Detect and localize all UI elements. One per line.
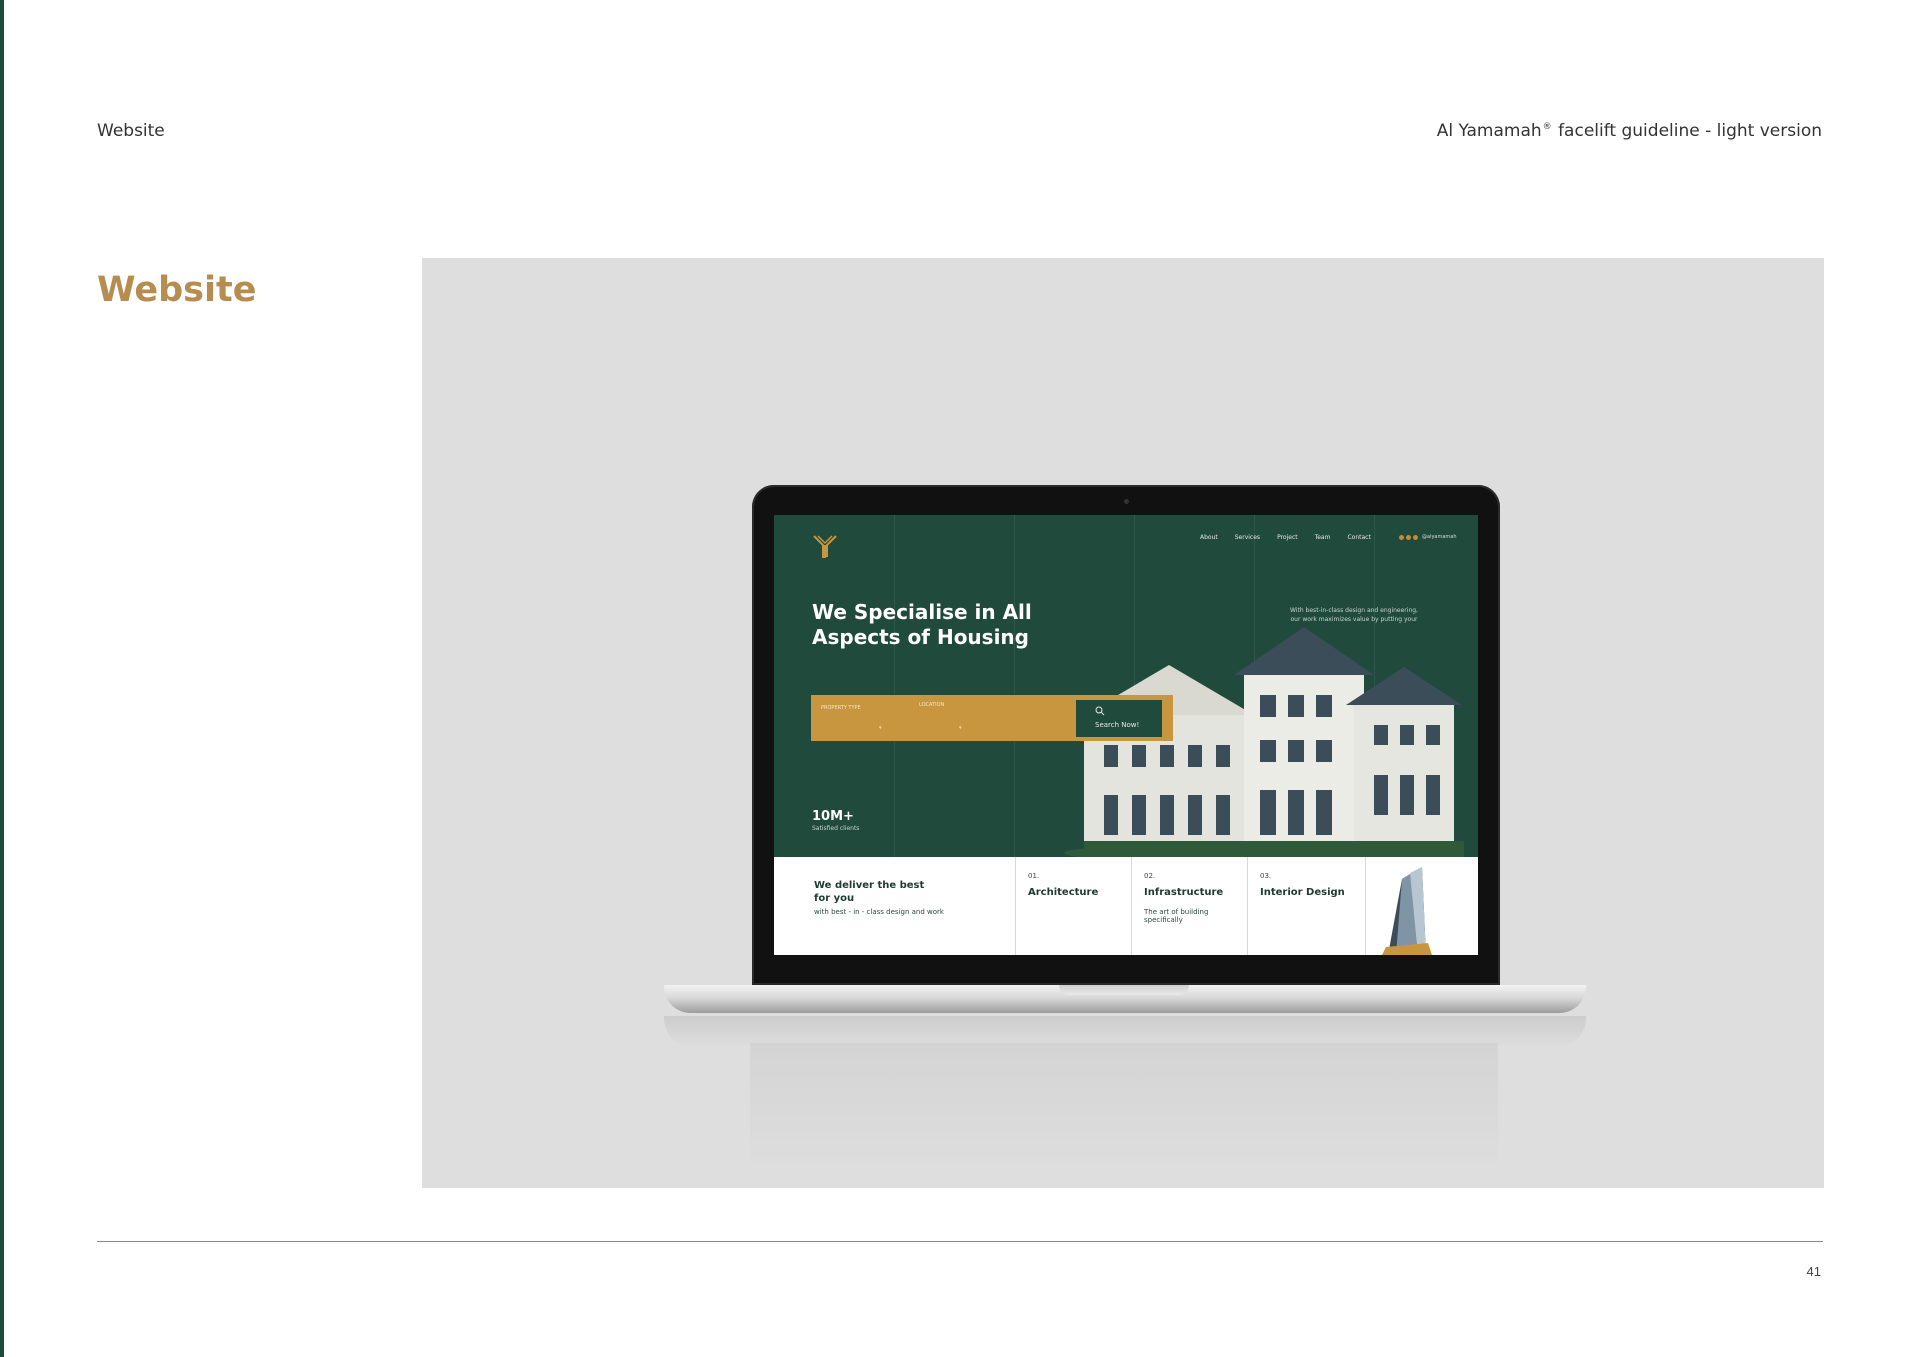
location-label: LOCATION <box>919 702 945 708</box>
grid-line <box>894 515 895 857</box>
logo-icon <box>813 535 837 558</box>
service-card-architecture[interactable]: 01. Architecture <box>1015 857 1132 955</box>
tower-image <box>1382 867 1432 955</box>
stat-label: Satisfied clients <box>812 825 860 832</box>
hero-section: About Services Project Team Contact @aly… <box>774 515 1478 857</box>
nav-contact[interactable]: Contact <box>1347 534 1370 541</box>
page-edge-bar <box>0 0 4 1357</box>
header-document-title: Al Yamamah® facelift guideline - light v… <box>1437 121 1822 141</box>
service-title: Architecture <box>1028 887 1099 898</box>
nav-team[interactable]: Team <box>1315 534 1331 541</box>
laptop-base-reflection <box>664 1016 1586 1048</box>
services-strip: We deliver the best for you with best - … <box>774 857 1478 955</box>
chevron-down-icon[interactable]: ▾ <box>959 725 962 731</box>
document-subtitle: facelift guideline - light version <box>1552 121 1822 141</box>
section-title: Website <box>97 270 257 310</box>
social-links: @alyamamah <box>1399 534 1457 540</box>
service-title: Interior Design <box>1260 887 1345 898</box>
service-description: The art of building specifically <box>1144 908 1209 924</box>
mockup-panel: About Services Project Team Contact @aly… <box>422 258 1824 1188</box>
service-title: Infrastructure <box>1144 887 1224 898</box>
laptop-reflection <box>750 1043 1498 1173</box>
deliver-title: We deliver the best for you <box>814 880 925 904</box>
service-card-infrastructure[interactable]: 02. Infrastructure The art of building s… <box>1131 857 1248 955</box>
registered-mark: ® <box>1542 122 1552 132</box>
footer-rule <box>97 1241 1823 1242</box>
social-icon[interactable] <box>1399 534 1404 540</box>
laptop-screen: About Services Project Team Contact @aly… <box>774 515 1478 955</box>
property-search-bar: PROPERTY TYPE ▾ LOCATION ▾ Search Now! <box>811 695 1173 741</box>
property-type-label: PROPERTY TYPE <box>821 705 861 711</box>
stat-value: 10M+ <box>812 809 854 824</box>
camera-icon <box>1124 499 1129 504</box>
hero-title: We Specialise in All Aspects of Housing <box>812 600 1032 649</box>
service-number: 02. <box>1144 872 1156 880</box>
laptop-lid: About Services Project Team Contact @aly… <box>752 485 1500 985</box>
search-now-label: Search Now! <box>1095 721 1140 729</box>
social-icon[interactable] <box>1413 534 1418 540</box>
grid-line <box>1014 515 1015 857</box>
laptop-base <box>664 985 1586 1013</box>
service-card-interior-design[interactable]: 03. Interior Design <box>1247 857 1366 955</box>
nav-project[interactable]: Project <box>1277 534 1298 541</box>
nav-services[interactable]: Services <box>1235 534 1260 541</box>
site-nav: About Services Project Team Contact <box>1200 534 1371 541</box>
search-icon <box>1095 706 1105 716</box>
tower-image-cell <box>1365 857 1478 955</box>
social-icon[interactable] <box>1406 534 1411 540</box>
search-now-button[interactable]: Search Now! <box>1076 700 1162 737</box>
social-handle: @alyamamah <box>1422 534 1457 540</box>
chevron-down-icon[interactable]: ▾ <box>879 725 882 731</box>
header-section-label: Website <box>97 121 165 141</box>
page-number: 41 <box>1806 1264 1821 1279</box>
laptop-notch <box>1059 985 1189 995</box>
brand-name: Al Yamamah <box>1436 121 1542 141</box>
service-number: 01. <box>1028 872 1040 880</box>
deliver-description: with best - in - class design and work <box>814 908 944 916</box>
service-number: 03. <box>1260 872 1272 880</box>
nav-about[interactable]: About <box>1200 534 1218 541</box>
